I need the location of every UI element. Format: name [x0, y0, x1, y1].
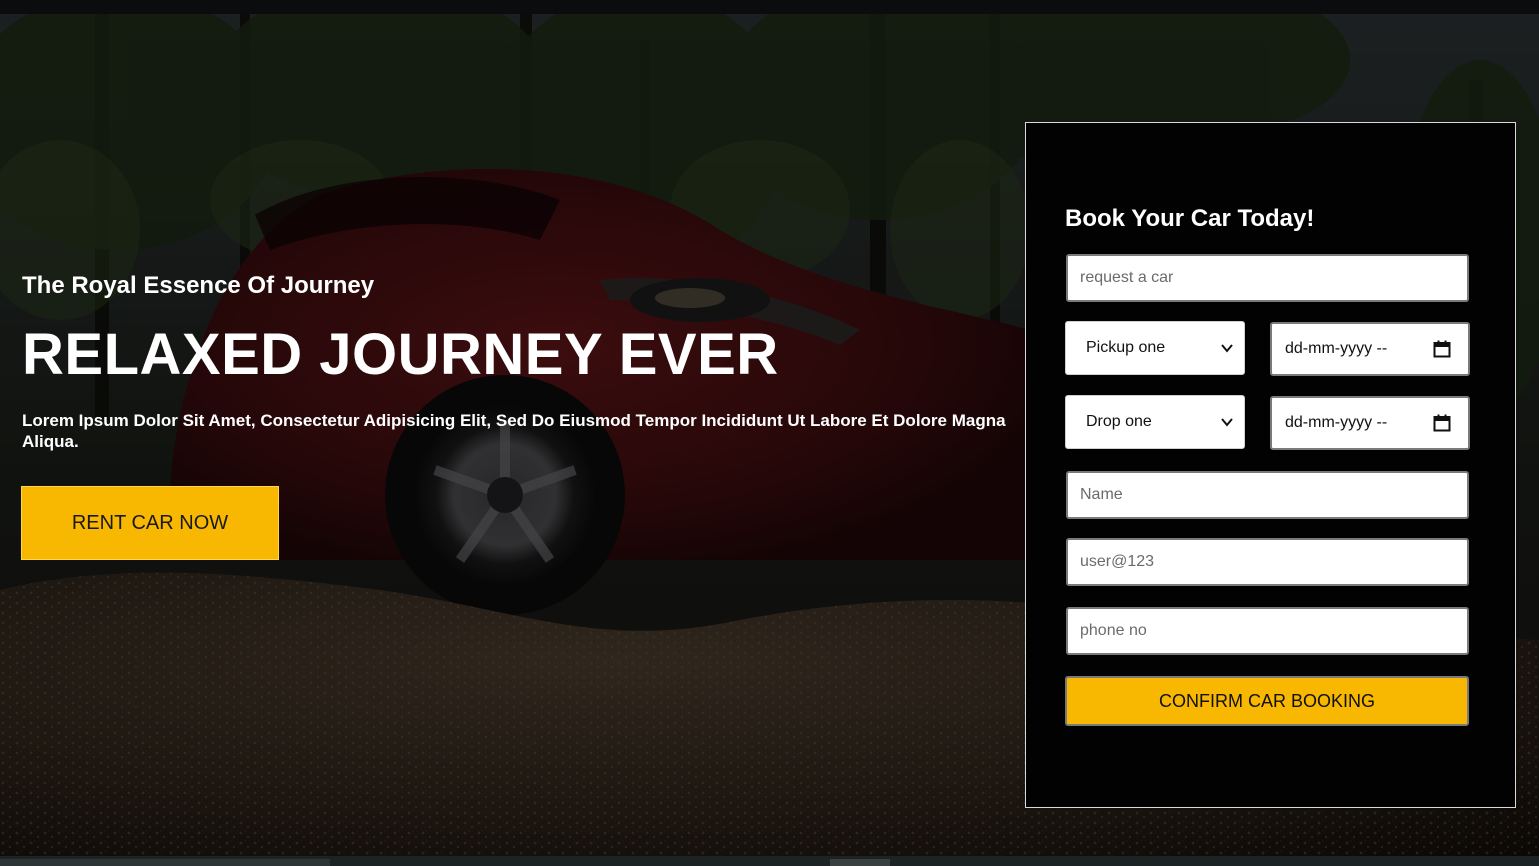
- pickup-location-select[interactable]: Pickup one: [1065, 321, 1245, 375]
- drop-select-value: Drop one: [1086, 413, 1152, 430]
- drop-date-value: dd-mm-yyyy --: [1285, 414, 1388, 431]
- chevron-down-icon: [1221, 344, 1233, 353]
- name-input[interactable]: [1066, 471, 1469, 519]
- phone-input[interactable]: [1066, 607, 1469, 655]
- strip-segment: [0, 859, 330, 866]
- top-bar: [0, 0, 1539, 14]
- hero-headline: RELAXED JOURNEY EVER: [22, 322, 779, 387]
- email-input[interactable]: [1066, 538, 1469, 586]
- calendar-icon[interactable]: [1433, 414, 1451, 432]
- pickup-date-input[interactable]: dd-mm-yyyy --: [1270, 322, 1470, 376]
- hero-section: The Royal Essence Of Journey RELAXED JOU…: [0, 0, 1539, 866]
- hero-description: Lorem Ipsum Dolor Sit Amet, Consectetur …: [22, 411, 1006, 451]
- rent-car-now-button[interactable]: RENT CAR NOW: [21, 486, 279, 560]
- pickup-date-value: dd-mm-yyyy --: [1285, 340, 1388, 357]
- hero-tagline: The Royal Essence Of Journey: [22, 272, 375, 299]
- booking-form: Book Your Car Today! Pickup one dd-mm-yy…: [1025, 122, 1516, 808]
- bottom-strip: [0, 856, 1539, 866]
- strip-segment: [830, 859, 890, 866]
- pickup-select-value: Pickup one: [1086, 339, 1166, 356]
- hero-text: The Royal Essence Of Journey RELAXED JOU…: [22, 268, 1012, 452]
- calendar-icon[interactable]: [1433, 340, 1451, 358]
- confirm-booking-button[interactable]: CONFIRM CAR BOOKING: [1065, 676, 1469, 726]
- chevron-down-icon: [1221, 418, 1233, 427]
- request-car-input[interactable]: [1066, 254, 1469, 302]
- drop-date-input[interactable]: dd-mm-yyyy --: [1270, 396, 1470, 450]
- drop-location-select[interactable]: Drop one: [1065, 395, 1245, 449]
- booking-title: Book Your Car Today!: [1065, 205, 1315, 232]
